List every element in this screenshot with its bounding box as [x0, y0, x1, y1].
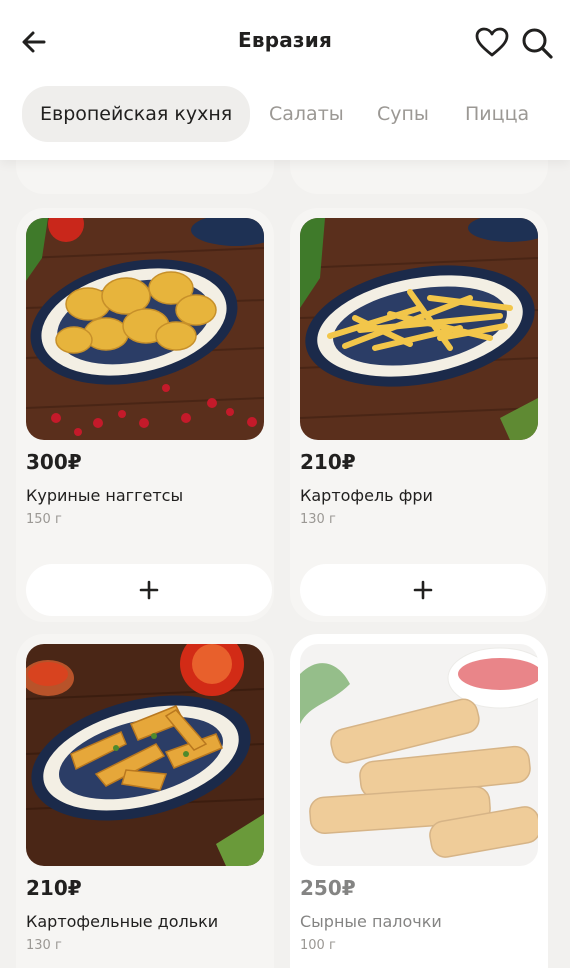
category-tabs: Европейская кухня Салаты Супы Пицца — [0, 86, 570, 144]
french-fries-plate — [300, 218, 538, 440]
product-price: 300₽ — [26, 450, 82, 474]
plus-icon — [139, 580, 159, 600]
product-grid: 300₽ Куриные наггетсы 150 г 210₽ Картофе… — [0, 150, 570, 968]
product-name: Сырные палочки — [300, 912, 442, 931]
product-name: Картофель фри — [300, 486, 433, 505]
product-weight: 130 г — [300, 512, 336, 527]
tab-pizza[interactable]: Пицца — [465, 86, 529, 142]
product-weight: 100 г — [300, 938, 336, 953]
product-weight: 130 г — [26, 938, 62, 953]
tab-soups[interactable]: Супы — [377, 86, 429, 142]
product-card[interactable]: 250₽ Сырные палочки 100 г — [290, 634, 548, 968]
add-button[interactable] — [26, 564, 272, 616]
top-bar: Евразия Европейская кухня Салаты Супы Пи… — [0, 0, 570, 160]
plus-icon — [413, 580, 433, 600]
tab-european[interactable]: Европейская кухня — [22, 86, 251, 142]
product-weight: 150 г — [26, 512, 62, 527]
search-icon[interactable] — [520, 26, 554, 60]
product-price: 210₽ — [300, 450, 356, 474]
product-card[interactable]: 210₽ Картофель фри 130 г — [290, 208, 548, 622]
heart-icon[interactable] — [474, 26, 510, 58]
potato-wedges-plate — [26, 644, 264, 866]
product-card[interactable]: 210₽ Картофельные дольки 130 г — [16, 634, 274, 968]
product-card[interactable]: 300₽ Куриные наггетсы 150 г — [16, 208, 274, 622]
cheese-sticks-plate — [300, 644, 538, 866]
product-name: Куриные наггетсы — [26, 486, 184, 505]
tab-salads[interactable]: Салаты — [269, 86, 344, 142]
product-price: 210₽ — [26, 876, 82, 900]
product-name: Картофельные дольки — [26, 912, 219, 931]
add-button[interactable] — [300, 564, 546, 616]
chicken-nuggets-plate — [26, 218, 264, 440]
product-price: 250₽ — [300, 876, 356, 900]
